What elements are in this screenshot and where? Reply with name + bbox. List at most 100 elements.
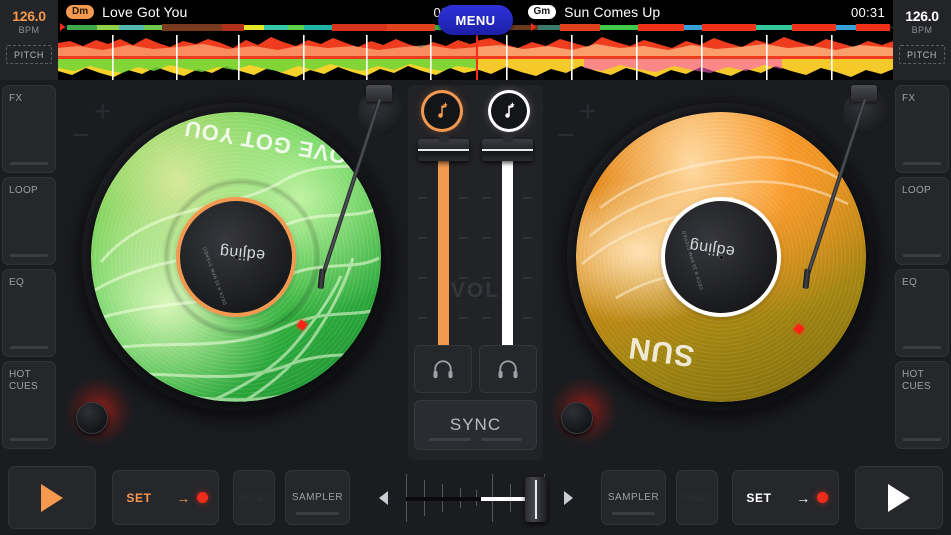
hotcues-indicator-right — [903, 438, 941, 441]
left-fader-handle[interactable] — [418, 135, 469, 161]
crossfader-line-left — [405, 496, 481, 501]
right-platter[interactable]: SUN edjing DECK B 33 RPM STEREO — [567, 103, 875, 411]
transport-bar: SET → RESET SAMPLER SAMPLER RESET SET → — [0, 460, 951, 535]
left-cue-marker-icon — [60, 23, 65, 31]
left-track-header: Dm Love Got You 00:42 — [66, 3, 468, 21]
sidebar-item-eq-left[interactable]: EQ — [2, 269, 56, 357]
right-track-time: 00:31 — [850, 4, 885, 20]
sidebar-item-loop-left[interactable]: LOOP — [2, 177, 56, 265]
crossfader[interactable] — [376, 465, 576, 531]
left-vinyl[interactable]: LOVE GOT YOU edjing DECK A 33 RPM STEREO — [91, 112, 381, 402]
left-load-track-button[interactable] — [423, 93, 460, 129]
cue-dot-icon-right — [816, 492, 828, 503]
right-vinyl-brand: edjing — [688, 236, 736, 260]
crossfader-track[interactable] — [396, 468, 556, 528]
sidebar-item-hotcues-left[interactable]: HOT CUES — [2, 361, 56, 449]
sidebar-item-hotcues-right[interactable]: HOT CUES — [895, 361, 949, 449]
fx-indicator-left — [10, 162, 48, 165]
right-overview-waveform[interactable] — [479, 23, 894, 32]
sidebar-item-loop-right[interactable]: LOOP — [895, 177, 949, 265]
crossfader-handle[interactable] — [524, 476, 547, 522]
loop-indicator-right — [903, 254, 941, 257]
right-detail-waveform[interactable] — [475, 35, 894, 80]
left-waveform[interactable]: Dm Love Got You 00:42 — [58, 0, 476, 80]
sampler-label-left: SAMPLER — [291, 492, 344, 503]
arrow-right-icon-left: → — [176, 489, 191, 506]
fx-indicator-right — [903, 162, 941, 165]
left-detail-waveform[interactable] — [58, 35, 476, 80]
right-volume-fader[interactable] — [480, 135, 534, 372]
left-play-button[interactable] — [8, 466, 96, 529]
headphones-icon-right — [498, 360, 518, 379]
headphones-icon-left — [433, 360, 453, 379]
eq-label-right: EQ — [902, 277, 918, 288]
right-waveform[interactable]: Gm Sun Comes Up 00:31 — [475, 0, 894, 80]
left-deck-knob[interactable] — [76, 402, 108, 434]
left-overview-waveform[interactable] — [62, 23, 476, 32]
right-pitch-down-icon[interactable]: − — [557, 121, 575, 151]
right-deck-knob[interactable] — [561, 402, 593, 434]
sampler-indicator-left — [296, 512, 339, 515]
right-track-header: Gm Sun Comes Up 00:31 — [527, 3, 886, 21]
sync-button[interactable]: SYNC — [414, 400, 537, 450]
left-pitch-button[interactable]: PITCH — [6, 45, 52, 64]
left-pitch-down-icon[interactable]: − — [72, 121, 90, 151]
right-goto-cue-button[interactable]: → — [786, 490, 838, 506]
mixer-panel: VOL SYNC — [408, 85, 543, 460]
right-deck: + − SUN edjing DECK B 33 RPM STEREO — [543, 85, 893, 460]
left-bpm-panel[interactable]: 126.0 BPM PITCH — [0, 0, 58, 80]
right-load-track-button[interactable] — [491, 93, 528, 129]
right-bpm-panel[interactable]: 126.0 BPM PITCH — [893, 0, 951, 80]
right-set-cue-button[interactable]: SET — [733, 491, 785, 505]
eq-label-left: EQ — [9, 277, 25, 288]
right-effects-rack: FX LOOP EQ HOT CUES — [895, 85, 949, 449]
top-bar: 126.0 BPM PITCH Dm Love Got You 00:42 — [0, 0, 951, 80]
left-bpm-label: BPM — [18, 25, 40, 35]
left-platter[interactable]: LOVE GOT YOU edjing DECK A 33 RPM STEREO — [82, 103, 390, 411]
left-effects-rack: FX LOOP EQ HOT CUES — [2, 85, 56, 449]
left-bpm-value: 126.0 — [12, 8, 46, 24]
left-sampler-button[interactable]: SAMPLER — [285, 470, 350, 525]
cue-dot-icon-left — [196, 492, 208, 503]
sidebar-item-fx-right[interactable]: FX — [895, 85, 949, 173]
left-reset-button[interactable]: RESET — [233, 470, 275, 525]
right-vinyl-label: edjing DECK B 33 RPM STEREO — [665, 201, 777, 313]
left-cue-group: SET → — [112, 470, 219, 525]
headphone-cue-row — [414, 345, 537, 393]
right-fader-fill — [502, 155, 513, 372]
right-vinyl[interactable]: SUN edjing DECK B 33 RPM STEREO — [576, 112, 866, 402]
crossfader-right-arrow-icon[interactable] — [563, 490, 573, 505]
right-pitch-button[interactable]: PITCH — [899, 45, 945, 64]
left-volume-fader[interactable] — [416, 135, 470, 372]
left-track-title: Love Got You — [102, 4, 188, 20]
hotcues-label-right: HOT CUES — [902, 369, 931, 392]
loop-label-left: LOOP — [9, 185, 38, 196]
sidebar-item-eq-right[interactable]: EQ — [895, 269, 949, 357]
dj-app-window: 126.0 BPM PITCH Dm Love Got You 00:42 — [0, 0, 951, 535]
right-play-button[interactable] — [855, 466, 943, 529]
music-note-add-icon-right — [505, 102, 515, 118]
left-headphone-cue-button[interactable] — [414, 345, 472, 393]
sidebar-item-fx-left[interactable]: FX — [2, 85, 56, 173]
menu-button[interactable]: MENU — [438, 5, 513, 35]
right-reset-button[interactable]: RESET — [676, 470, 718, 525]
right-track-title: Sun Comes Up — [564, 4, 661, 20]
right-fader-handle[interactable] — [482, 135, 533, 161]
loop-indicator-left — [10, 254, 48, 257]
sync-indicators — [429, 438, 522, 441]
left-key-badge: Dm — [66, 5, 95, 19]
left-fader-fill — [438, 155, 449, 372]
left-vinyl-label: edjing DECK A 33 RPM STEREO — [180, 201, 292, 313]
crossfader-left-arrow-icon[interactable] — [378, 490, 388, 505]
hotcues-indicator-left — [10, 438, 48, 441]
right-cue-group: SET → — [732, 470, 839, 525]
fx-label-left: FX — [9, 93, 23, 104]
right-bpm-value: 126.0 — [905, 8, 939, 24]
left-deck: + − LOVE GOT YOU edjing DECK A 33 RPM ST… — [58, 85, 408, 460]
left-set-cue-button[interactable]: SET — [113, 491, 165, 505]
right-headphone-cue-button[interactable] — [479, 345, 537, 393]
music-note-add-icon-left — [438, 102, 448, 118]
eq-indicator-left — [10, 346, 48, 349]
left-goto-cue-button[interactable]: → — [166, 490, 218, 506]
right-sampler-button[interactable]: SAMPLER — [601, 470, 666, 525]
